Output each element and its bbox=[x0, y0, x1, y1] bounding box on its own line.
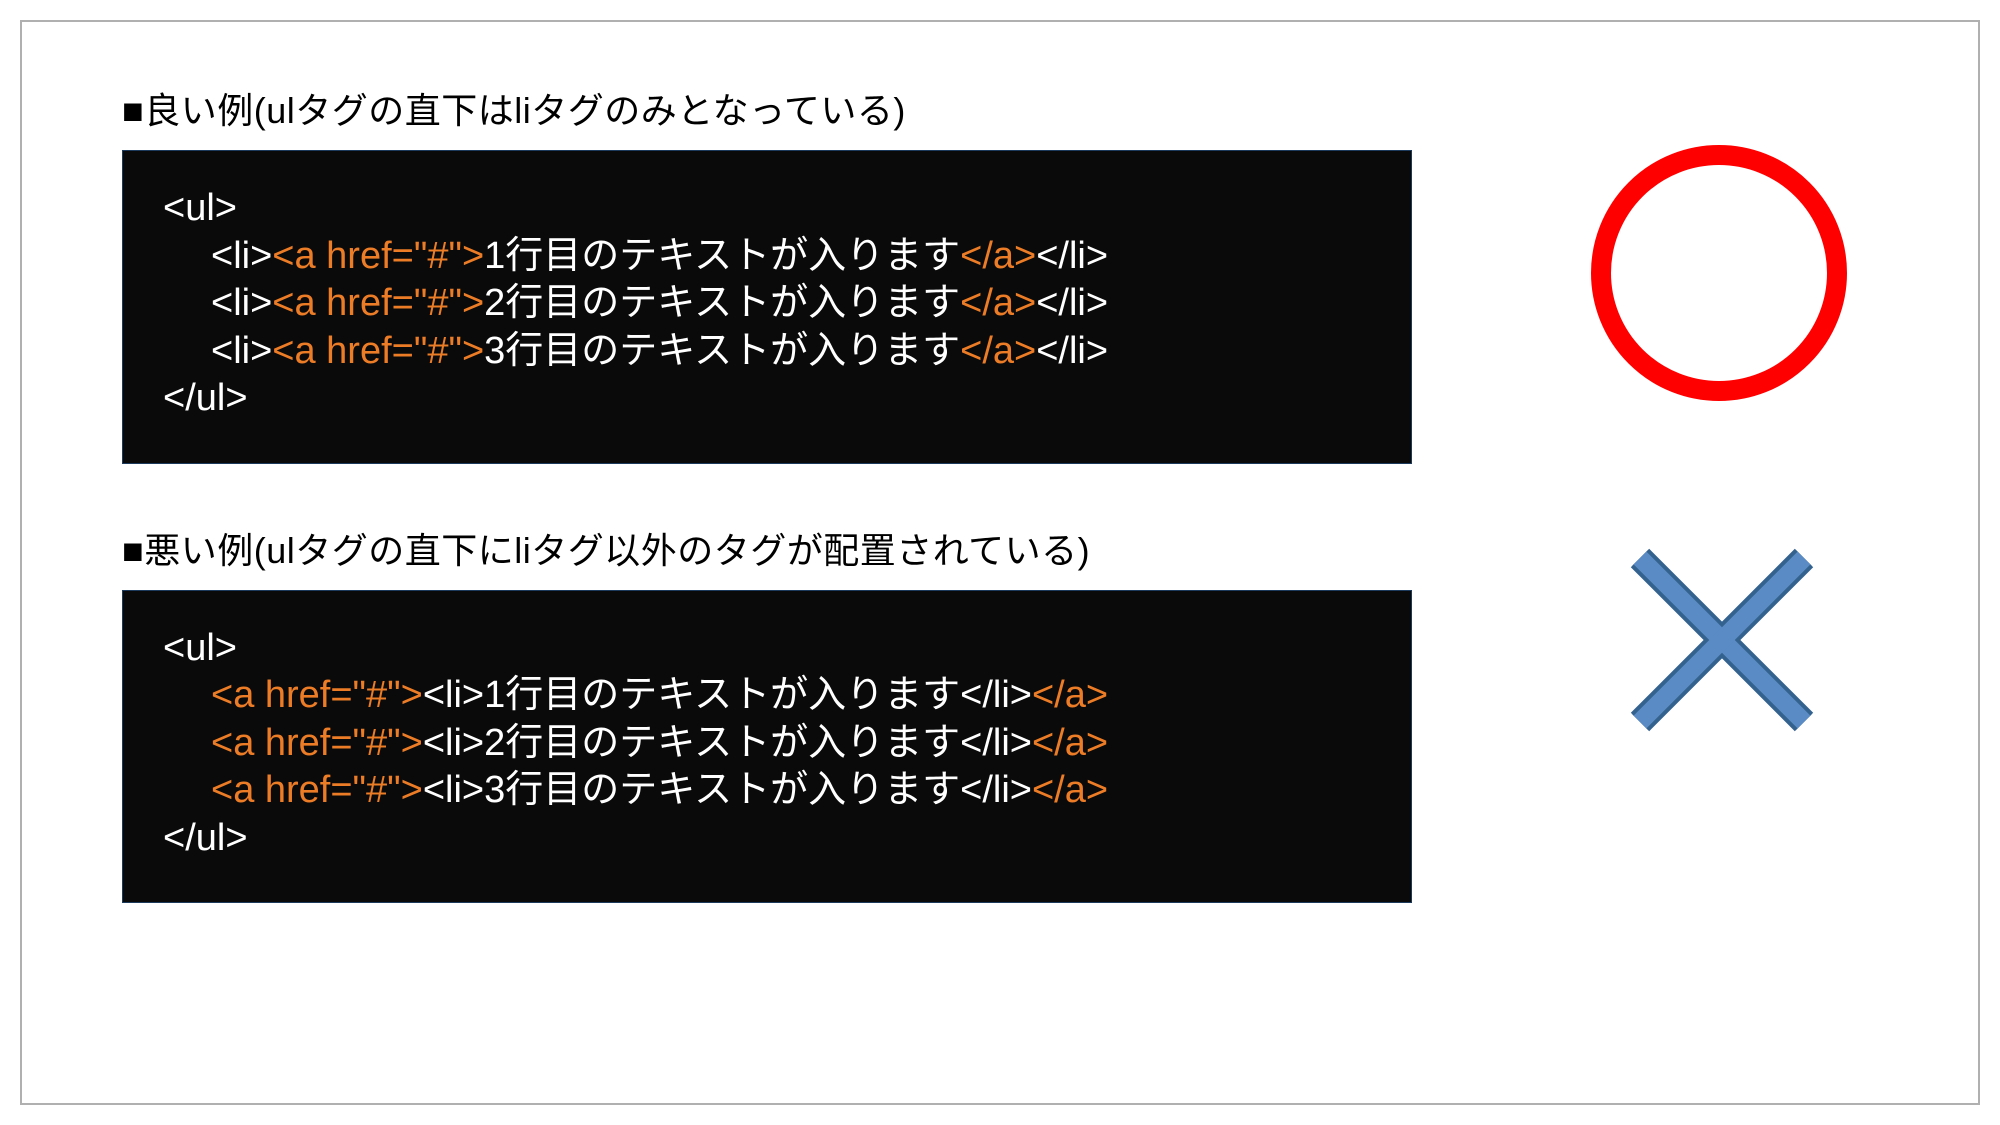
code-a-close: </a> bbox=[1032, 769, 1108, 811]
code-a-open: <a href="#"> bbox=[272, 282, 484, 324]
code-li-open: <li> bbox=[423, 674, 484, 716]
code-li-close: </li> bbox=[960, 722, 1032, 764]
code-a-close: </a> bbox=[960, 235, 1036, 277]
good-example-title: ■良い例(ulタグの直下はliタグのみとなっている) bbox=[122, 82, 1412, 134]
code-a-open: <a href="#"> bbox=[211, 769, 423, 811]
code-li-close: </li> bbox=[1036, 330, 1108, 372]
code-a-open: <a href="#"> bbox=[211, 674, 423, 716]
code-a-open: <a href="#"> bbox=[272, 235, 484, 277]
code-a-close: </a> bbox=[960, 330, 1036, 372]
code-li-close: </li> bbox=[1036, 235, 1108, 277]
code-li-open: <li> bbox=[211, 235, 272, 277]
bad-example-title: ■悪い例(ulタグの直下にliタグ以外のタグが配置されている) bbox=[122, 522, 1412, 574]
code-li-open: <li> bbox=[211, 330, 272, 372]
code-ul-open: <ul> bbox=[163, 187, 237, 229]
code-text: 1行目のテキストが入ります bbox=[484, 674, 960, 716]
slide-frame: ■良い例(ulタグの直下はliタグのみとなっている) <ul> <li><a h… bbox=[20, 20, 1980, 1105]
code-li-close: </li> bbox=[1036, 282, 1108, 324]
code-li-close: </li> bbox=[960, 674, 1032, 716]
code-li-open: <li> bbox=[423, 769, 484, 811]
good-example-code: <ul> <li><a href="#">1行目のテキストが入ります</a></… bbox=[122, 150, 1412, 464]
code-a-open: <a href="#"> bbox=[211, 722, 423, 764]
code-li-open: <li> bbox=[423, 722, 484, 764]
code-li-close: </li> bbox=[960, 769, 1032, 811]
code-a-open: <a href="#"> bbox=[272, 330, 484, 372]
incorrect-mark-icon bbox=[1626, 544, 1818, 736]
code-li-open: <li> bbox=[211, 282, 272, 324]
bad-example-code: <ul> <a href="#"><li>1行目のテキストが入ります</li><… bbox=[122, 590, 1412, 904]
code-ul-close: </ul> bbox=[163, 377, 248, 419]
correct-mark-icon bbox=[1584, 138, 1854, 408]
code-ul-close: </ul> bbox=[163, 817, 248, 859]
code-text: 1行目のテキストが入ります bbox=[484, 235, 960, 277]
code-ul-open: <ul> bbox=[163, 627, 237, 669]
code-text: 3行目のテキストが入ります bbox=[484, 769, 960, 811]
code-text: 2行目のテキストが入ります bbox=[484, 282, 960, 324]
content-column: ■良い例(ulタグの直下はliタグのみとなっている) <ul> <li><a h… bbox=[122, 82, 1412, 903]
code-text: 3行目のテキストが入ります bbox=[484, 330, 960, 372]
code-a-close: </a> bbox=[1032, 722, 1108, 764]
code-a-close: </a> bbox=[960, 282, 1036, 324]
code-a-close: </a> bbox=[1032, 674, 1108, 716]
code-text: 2行目のテキストが入ります bbox=[484, 722, 960, 764]
